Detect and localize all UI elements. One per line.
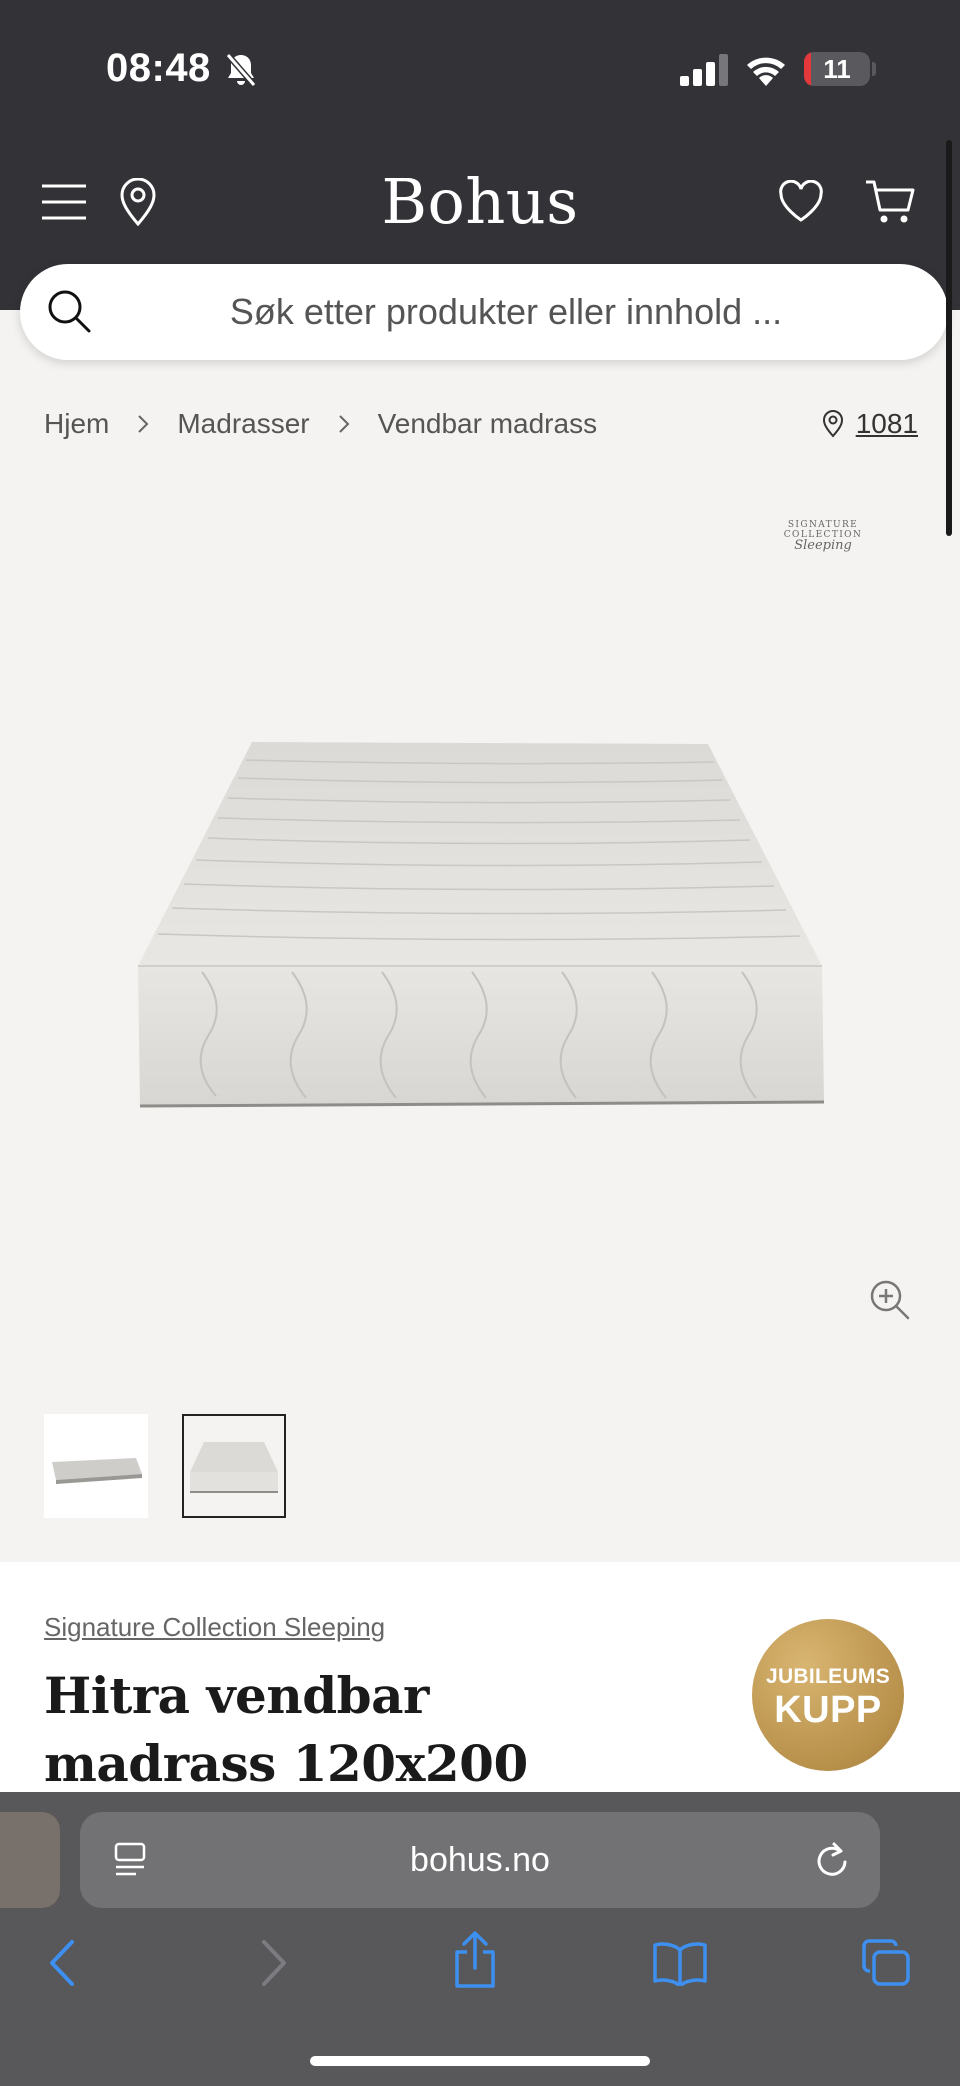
address-bar[interactable]: bohus.no xyxy=(80,1812,880,1908)
thumbnail-1[interactable] xyxy=(44,1414,148,1518)
store-number[interactable]: 1081 xyxy=(856,408,918,440)
badge-line2: KUPP xyxy=(774,1689,882,1731)
bell-muted-icon xyxy=(225,53,257,87)
breadcrumb-home[interactable]: Hjem xyxy=(44,408,109,440)
product-image[interactable] xyxy=(128,736,832,1116)
battery-indicator: 11 xyxy=(804,52,870,86)
status-time: 08:48 xyxy=(106,46,211,90)
previous-tab-preview[interactable] xyxy=(0,1812,60,1908)
forward-icon[interactable] xyxy=(256,1938,290,1988)
product-title: Hitra vendbar madrass 120x200 xyxy=(44,1666,528,1793)
browser-toolbar: bohus.no xyxy=(0,1792,960,2086)
thumbnail-2[interactable] xyxy=(182,1414,286,1518)
thumbnail-image xyxy=(190,1442,278,1493)
wifi-icon xyxy=(747,57,785,86)
chevron-right-icon xyxy=(137,414,149,434)
heart-icon[interactable] xyxy=(778,180,824,222)
jubileums-kupp-badge: JUBILEUMS KUPP xyxy=(752,1619,904,1771)
signature-logo-line2: Sleeping xyxy=(794,538,852,553)
battery-percent: 11 xyxy=(823,54,851,84)
battery-tip xyxy=(872,62,876,76)
bookmarks-icon[interactable] xyxy=(652,1940,708,1986)
search-icon xyxy=(48,290,91,333)
thumbnail-image xyxy=(52,1458,142,1484)
signature-collection-logo: SIGNATURE COLLECTION Sleeping xyxy=(748,520,898,553)
store-selector[interactable]: 1081 xyxy=(822,402,918,446)
url-text[interactable]: bohus.no xyxy=(80,1812,880,1908)
scrollbar[interactable] xyxy=(946,140,952,536)
zoom-icon[interactable] xyxy=(868,1278,912,1322)
badge-line1: JUBILEUMS xyxy=(765,1665,891,1688)
brand-link[interactable]: Signature Collection Sleeping xyxy=(44,1612,385,1643)
cart-icon[interactable] xyxy=(864,178,916,226)
signature-logo-line1: SIGNATURE COLLECTION xyxy=(783,520,863,540)
breadcrumb-current[interactable]: Vendbar madrass xyxy=(378,408,597,440)
reload-icon[interactable] xyxy=(814,1840,852,1880)
product-info: Signature Collection Sleeping Hitra vend… xyxy=(0,1562,960,1802)
location-pin-icon xyxy=(822,410,843,438)
breadcrumb: Hjem Madrasser Vendbar madrass xyxy=(44,402,597,446)
search-bar[interactable]: Søk etter produkter eller innhold ... xyxy=(20,264,948,360)
chevron-right-icon xyxy=(338,414,350,434)
share-icon[interactable] xyxy=(452,1930,498,1990)
breadcrumb-category[interactable]: Madrasser xyxy=(177,408,309,440)
back-icon[interactable] xyxy=(46,1938,80,1988)
home-indicator[interactable] xyxy=(310,2056,650,2066)
search-input[interactable]: Søk etter produkter eller innhold ... xyxy=(116,264,896,360)
tabs-icon[interactable] xyxy=(860,1938,912,1988)
cellular-signal-icon xyxy=(680,54,728,86)
